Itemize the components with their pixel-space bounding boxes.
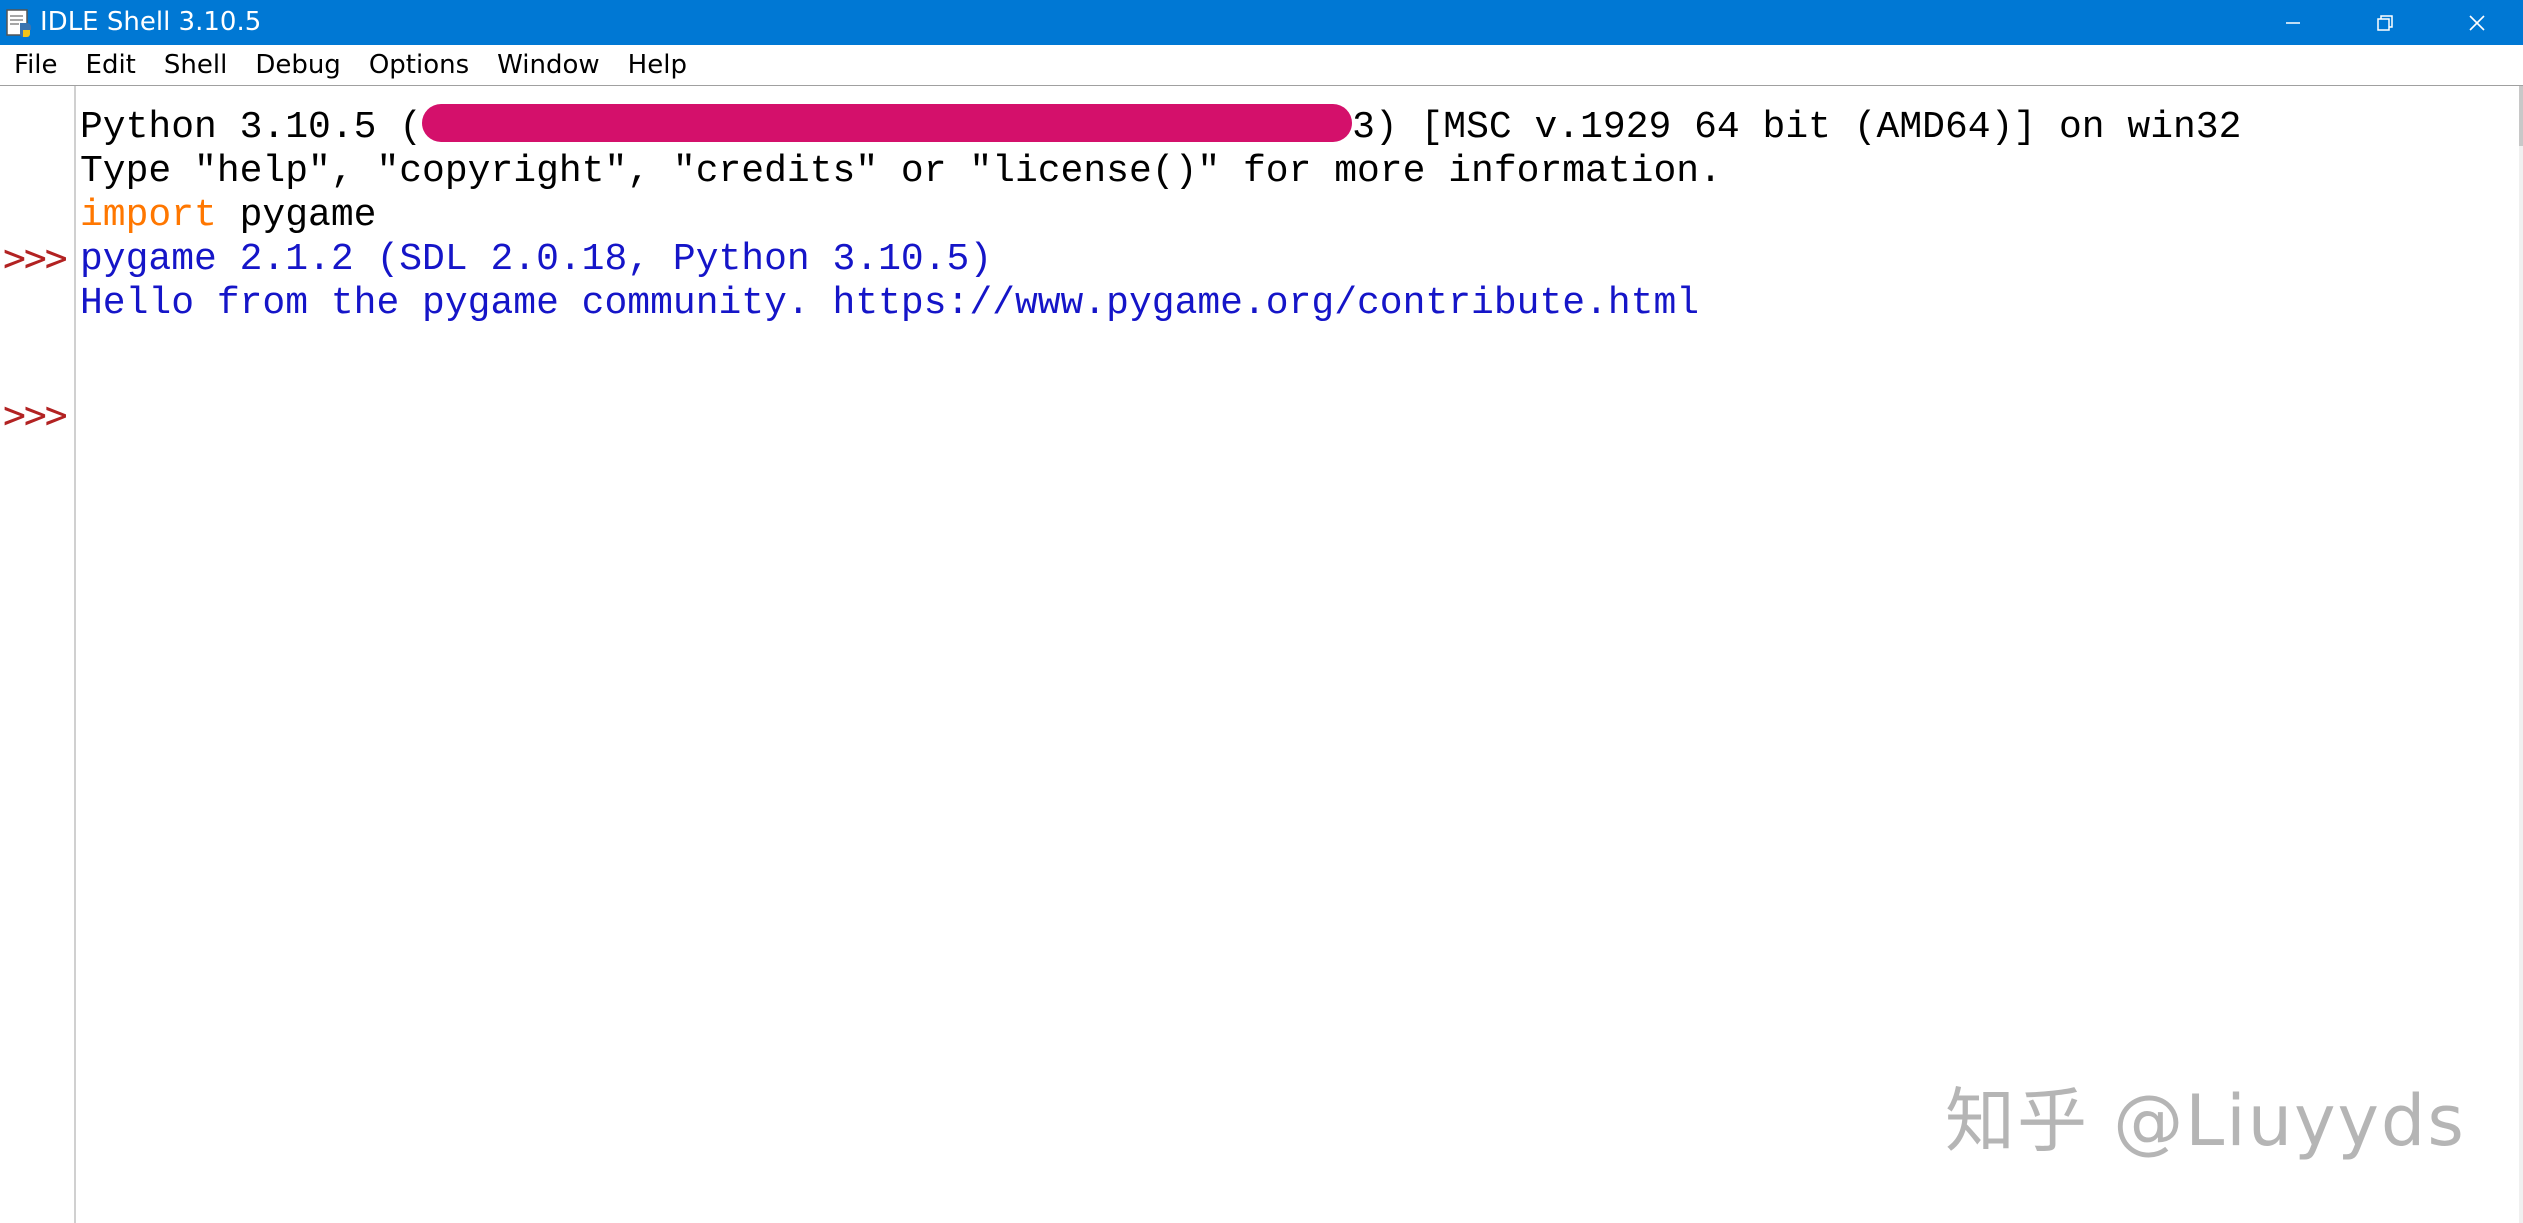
restore-icon <box>2377 14 2393 31</box>
prompt-sidebar: >>> >>> <box>0 86 76 1223</box>
menu-edit[interactable]: Edit <box>72 45 150 85</box>
menu-help[interactable]: Help <box>614 45 701 85</box>
banner-line-help: Type "help", "copyright", "credits" or "… <box>80 150 1722 193</box>
menu-shell[interactable]: Shell <box>150 45 241 85</box>
redaction-mark <box>422 103 1353 142</box>
window-title: IDLE Shell 3.10.5 <box>40 7 262 37</box>
menu-debug[interactable]: Debug <box>241 45 355 85</box>
menu-file[interactable]: File <box>0 45 72 85</box>
title-bar[interactable]: IDLE Shell 3.10.5 <box>0 0 2523 45</box>
close-icon <box>2469 14 2485 31</box>
menu-bar: File Edit Shell Debug Options Window Hel… <box>0 45 2523 85</box>
output-line-hello: Hello from the pygame community. https:/… <box>80 282 1700 325</box>
menu-window[interactable]: Window <box>483 45 614 85</box>
window-controls <box>2247 0 2523 45</box>
shell-editor[interactable]: >>> >>> Python 3.10.5 ( 3) [MSC v.1929 64… <box>0 85 2523 1223</box>
idle-shell-window: IDLE Shell 3.10.5 File Edit Shell Debug … <box>0 0 2523 1223</box>
python-idle-icon[interactable] <box>4 8 34 38</box>
minimize-button[interactable] <box>2247 0 2339 45</box>
prompt-marker: >>> <box>3 393 68 437</box>
banner-line-version: Python 3.10.5 ( 3) [MSC v.1929 64 bit (AM… <box>80 103 2242 150</box>
close-button[interactable] <box>2431 0 2523 45</box>
scrollbar[interactable] <box>2519 86 2523 1223</box>
banner-version-prefix: Python 3.10.5 ( <box>80 106 423 149</box>
prompt-marker: >>> <box>3 236 68 280</box>
scrollbar-thumb[interactable] <box>2519 86 2523 146</box>
banner-version-suffix: 3) [MSC v.1929 64 bit (AMD64)] on win32 <box>1352 106 2242 149</box>
input-module: pygame <box>216 194 377 237</box>
watermark: 知乎 @Liuyyds <box>1945 1080 2466 1162</box>
minimize-icon <box>2286 21 2300 24</box>
keyword-import: import <box>80 194 217 237</box>
output-line-version: pygame 2.1.2 (SDL 2.0.18, Python 3.10.5) <box>80 238 993 281</box>
maximize-button[interactable] <box>2339 0 2431 45</box>
input-line: import pygame <box>80 194 376 238</box>
shell-text-area[interactable]: Python 3.10.5 ( 3) [MSC v.1929 64 bit (AM… <box>80 86 2523 1223</box>
menu-options[interactable]: Options <box>355 45 483 85</box>
